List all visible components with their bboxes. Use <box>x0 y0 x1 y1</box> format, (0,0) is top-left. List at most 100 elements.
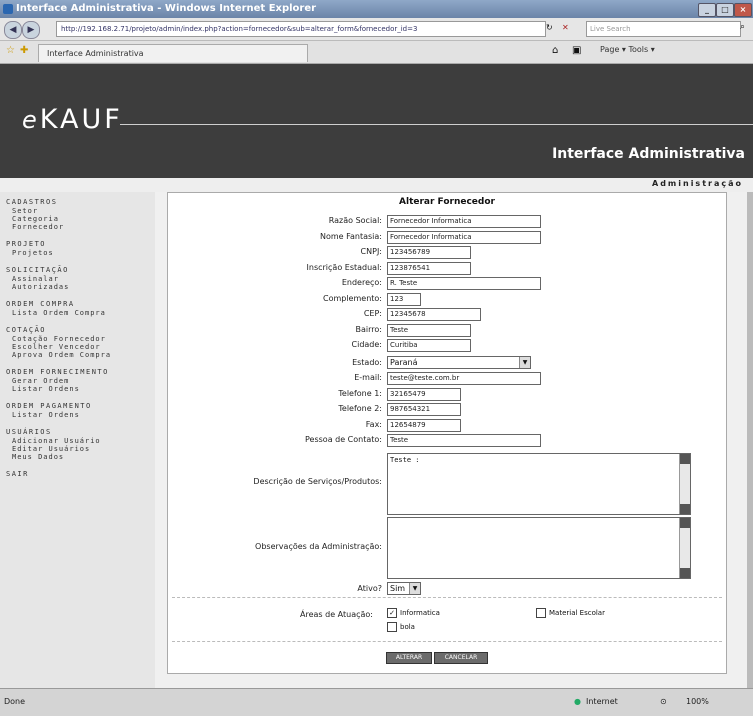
site-banner: eKAUF Interface Administrativa <box>0 64 753 178</box>
sidebar-item[interactable]: Meus Dados <box>12 453 64 461</box>
field-label: CNPJ: <box>360 247 382 256</box>
estado-select[interactable]: Paraná ▼ <box>387 356 531 369</box>
sidebar-item[interactable]: Setor <box>12 207 38 215</box>
text-field[interactable]: teste@teste.com.br <box>387 372 541 385</box>
field-label: Complemento: <box>322 293 382 303</box>
ativo-label: Ativo? <box>357 584 382 593</box>
sidebar-item[interactable]: Listar Ordens <box>12 411 80 419</box>
search-input[interactable]: Live Search <box>586 21 741 37</box>
protected-mode-icon: ⊙ <box>660 697 667 706</box>
area-label: Informatica <box>400 609 440 617</box>
sidebar-item[interactable]: Fornecedor <box>12 223 64 231</box>
text-field[interactable]: 12345678 <box>387 308 481 321</box>
sidebar-item[interactable]: Gerar Ordem <box>12 377 69 385</box>
text-field[interactable]: 12654879 <box>387 418 461 432</box>
sidebar: CADASTROS Setor Categoria Fornecedor PROJETO… <box>0 192 155 688</box>
observacoes-label: Observações da Administração: <box>255 542 382 551</box>
sidebar-item[interactable]: Categoria <box>12 215 59 223</box>
area-checkbox[interactable]: Material Escolar <box>536 608 605 618</box>
field-label: CEP: <box>363 309 382 318</box>
chevron-down-icon: ▼ <box>519 357 530 368</box>
observacoes-scrollbar[interactable] <box>679 518 690 578</box>
checkbox-unchecked-icon[interactable] <box>536 608 546 618</box>
field-label: Pessoa de Contato: <box>305 435 382 444</box>
text-field[interactable]: Fornecedor Informatica <box>387 215 541 228</box>
field-label: Cidade: <box>351 340 382 349</box>
sidebar-item[interactable]: Assinalar <box>12 275 59 283</box>
sidebar-item[interactable]: Adicionar Usuário <box>12 437 101 445</box>
text-field[interactable]: Fornecedor Informatica <box>387 230 541 244</box>
text-field[interactable]: 123456789 <box>387 246 471 259</box>
administracao-link[interactable]: Administração <box>652 179 743 188</box>
page-tools-menu[interactable]: Page ▾ Tools ▾ <box>600 45 655 54</box>
maximize-button[interactable]: □ <box>716 3 734 17</box>
close-button[interactable]: × <box>734 3 752 17</box>
sidebar-section-2: SOLICITAÇÃO <box>6 266 69 274</box>
status-bar: Done ● Internet ⊙ 100% <box>0 688 753 716</box>
alterar-button[interactable]: ALTERAR <box>386 652 432 664</box>
field-label: Nome Fantasia: <box>319 231 382 241</box>
observacoes-textarea[interactable] <box>387 517 691 579</box>
sidebar-item[interactable]: Escolher Vencedor <box>12 343 101 351</box>
area-label: bola <box>400 623 415 631</box>
window-title: Interface Administrativa - Windows Inter… <box>16 3 317 14</box>
text-field[interactable]: R. Teste <box>387 277 541 290</box>
field-label: Endereço: <box>341 278 382 287</box>
descricao-textarea[interactable]: Teste : <box>387 453 691 515</box>
supplier-form: Alterar Fornecedor Razão Social: Forneced… <box>167 192 727 674</box>
internet-zone-icon: ● <box>574 697 581 706</box>
text-field[interactable]: 123 <box>387 292 421 306</box>
minimize-button[interactable]: _ <box>698 3 716 17</box>
tab-bar: ☆ ✚ Interface Administrativa ⌂ ▣ Page ▾ … <box>0 41 753 64</box>
back-button[interactable]: ◀ <box>4 21 22 39</box>
admin-bar: Administração <box>0 178 753 192</box>
sidebar-section-8[interactable]: SAIR <box>6 470 29 478</box>
add-favorite-icon[interactable]: ✚ <box>20 45 28 56</box>
area-checkbox[interactable]: ✓ Informatica <box>387 608 440 618</box>
sidebar-item[interactable]: Autorizadas <box>12 283 69 291</box>
favorites-star-icon[interactable]: ☆ <box>6 45 15 56</box>
sidebar-section-3: ORDEM COMPRA <box>6 300 75 308</box>
text-field[interactable]: 32165479 <box>387 387 461 401</box>
sidebar-section-6: ORDEM PAGAMENTO <box>6 402 92 410</box>
feeds-icon[interactable]: ▣ <box>572 45 581 56</box>
search-icon[interactable]: ⌕ <box>740 22 745 32</box>
cancelar-button[interactable]: CANCELAR <box>434 652 488 664</box>
home-icon[interactable]: ⌂ <box>552 45 558 56</box>
text-field[interactable]: Teste <box>387 323 471 337</box>
sidebar-section-5: ORDEM FORNECIMENTO <box>6 368 109 376</box>
zoom-level[interactable]: 100% <box>686 697 709 706</box>
text-field[interactable]: 123876541 <box>387 261 471 275</box>
checkbox-unchecked-icon[interactable] <box>387 622 397 632</box>
descricao-scrollbar[interactable] <box>679 454 690 514</box>
internet-zone-label: Internet <box>586 697 618 706</box>
forward-button[interactable]: ▶ <box>22 21 40 39</box>
tab-interface-administrativa[interactable]: Interface Administrativa <box>38 44 308 62</box>
window-titlebar: Interface Administrativa - Windows Inter… <box>0 0 753 18</box>
sidebar-item[interactable]: Aprova Ordem Compra <box>12 351 111 359</box>
form-divider <box>172 641 722 642</box>
sidebar-item[interactable]: Cotação Fornecedor <box>12 335 106 343</box>
field-label: Inscrição Estadual: <box>306 262 382 272</box>
sidebar-item[interactable]: Projetos <box>12 249 54 257</box>
text-field[interactable]: Curitiba <box>387 339 471 352</box>
area-checkbox[interactable]: bola <box>387 622 415 632</box>
sidebar-item[interactable]: Editar Usuários <box>12 445 90 453</box>
ativo-select[interactable]: Sim ▼ <box>387 582 421 595</box>
sidebar-section-4: COTAÇÃO <box>6 326 47 334</box>
text-field[interactable]: Teste <box>387 434 541 447</box>
stop-icon[interactable]: ✕ <box>562 23 569 32</box>
form-title: Alterar Fornecedor <box>399 197 495 207</box>
refresh-icon[interactable]: ↻ <box>546 23 553 32</box>
main-content: Alterar Fornecedor Razão Social: Forneced… <box>155 192 753 688</box>
text-field[interactable]: 987654321 <box>387 403 461 416</box>
ie-icon <box>3 4 13 14</box>
address-bar-row: ◀ ▶ http://192.168.2.71/projeto/admin/in… <box>0 18 753 41</box>
sidebar-section-0: CADASTROS <box>6 198 58 206</box>
checkbox-checked-icon[interactable]: ✓ <box>387 608 397 618</box>
ekauf-logo: eKAUF <box>22 104 123 135</box>
sidebar-item[interactable]: Listar Ordens <box>12 385 80 393</box>
sidebar-item[interactable]: Lista Ordem Compra <box>12 309 106 317</box>
address-input[interactable]: http://192.168.2.71/projeto/admin/index.… <box>56 21 546 37</box>
page-scrollbar[interactable] <box>747 192 753 688</box>
